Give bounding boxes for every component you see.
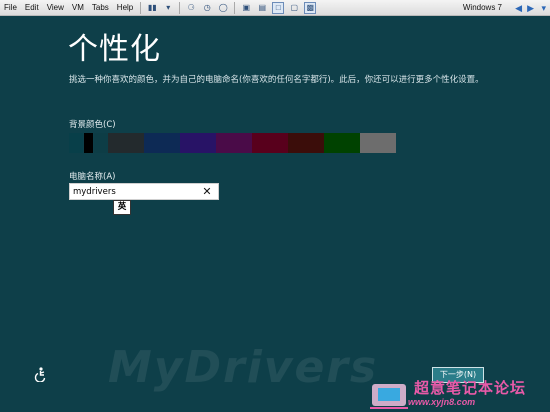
power-icon[interactable]: ▮▮	[146, 2, 158, 14]
color-swatch[interactable]	[288, 133, 324, 153]
menu-edit[interactable]: Edit	[21, 0, 43, 16]
watermark-text: MyDrivers	[108, 342, 379, 393]
pc-name-field: ✕	[69, 183, 219, 200]
color-swatch[interactable]	[108, 133, 144, 153]
color-swatch-row	[69, 133, 396, 153]
snapshot-icon[interactable]: ⚆	[185, 2, 197, 14]
page-description: 挑选一种你喜欢的颜色，并为自己的电脑命名(你喜欢的任何名字都行)。此后，你还可以…	[69, 75, 484, 85]
tab-list-icon[interactable]: ▾	[541, 0, 546, 16]
pc-name-input[interactable]	[70, 184, 200, 199]
console-view-icon[interactable]: ▩	[304, 1, 317, 14]
snapshot-manager-icon[interactable]: ◯	[217, 2, 229, 14]
fullscreen-icon[interactable]: □	[272, 1, 285, 14]
color-swatch[interactable]	[252, 133, 288, 153]
menu-vm[interactable]: VM	[68, 0, 88, 16]
tabs-icon[interactable]: ▤	[256, 2, 268, 14]
menu-file[interactable]: File	[0, 0, 21, 16]
watermark-url: www.xyjn8.com	[408, 397, 476, 407]
tab-next-icon[interactable]: ▶	[527, 0, 534, 16]
dropdown-icon[interactable]: ▾	[162, 2, 174, 14]
color-swatch[interactable]	[180, 133, 216, 153]
background-color-label: 背景颜色(C)	[69, 120, 116, 130]
toolbar-separator	[234, 1, 236, 14]
color-swatch[interactable]	[216, 133, 252, 153]
page-title: 个性化	[68, 32, 161, 67]
vm-toolbar: File Edit View VM Tabs Help ▮▮ ▾ ⚆ ◷ ◯ ▣…	[0, 0, 550, 16]
menu-tabs[interactable]: Tabs	[88, 0, 113, 16]
color-swatch[interactable]	[94, 133, 108, 153]
color-swatch[interactable]	[69, 133, 83, 153]
color-swatch[interactable]	[360, 133, 396, 153]
toolbar-separator	[179, 1, 181, 14]
ime-mode-indicator[interactable]: 英	[113, 200, 131, 215]
menu-help[interactable]: Help	[113, 0, 137, 16]
color-swatch[interactable]	[324, 133, 360, 153]
color-swatch[interactable]	[144, 133, 180, 153]
toolbar-separator	[140, 1, 142, 14]
unity-icon[interactable]: ▢	[288, 2, 300, 14]
ease-of-access-icon[interactable]	[32, 366, 48, 382]
clear-x-icon[interactable]: ✕	[200, 184, 214, 199]
tab-prev-icon[interactable]: ◀	[515, 0, 522, 16]
revert-icon[interactable]: ◷	[201, 2, 213, 14]
vm-tab-label[interactable]: Windows 7	[463, 0, 502, 16]
color-swatch-selected[interactable]	[84, 133, 93, 153]
pc-name-label: 电脑名称(A)	[69, 172, 116, 182]
menu-view[interactable]: View	[43, 0, 68, 16]
watermark-forum-name: 超意笔记本论坛	[414, 379, 527, 397]
sidebar-icon[interactable]: ▣	[240, 2, 252, 14]
